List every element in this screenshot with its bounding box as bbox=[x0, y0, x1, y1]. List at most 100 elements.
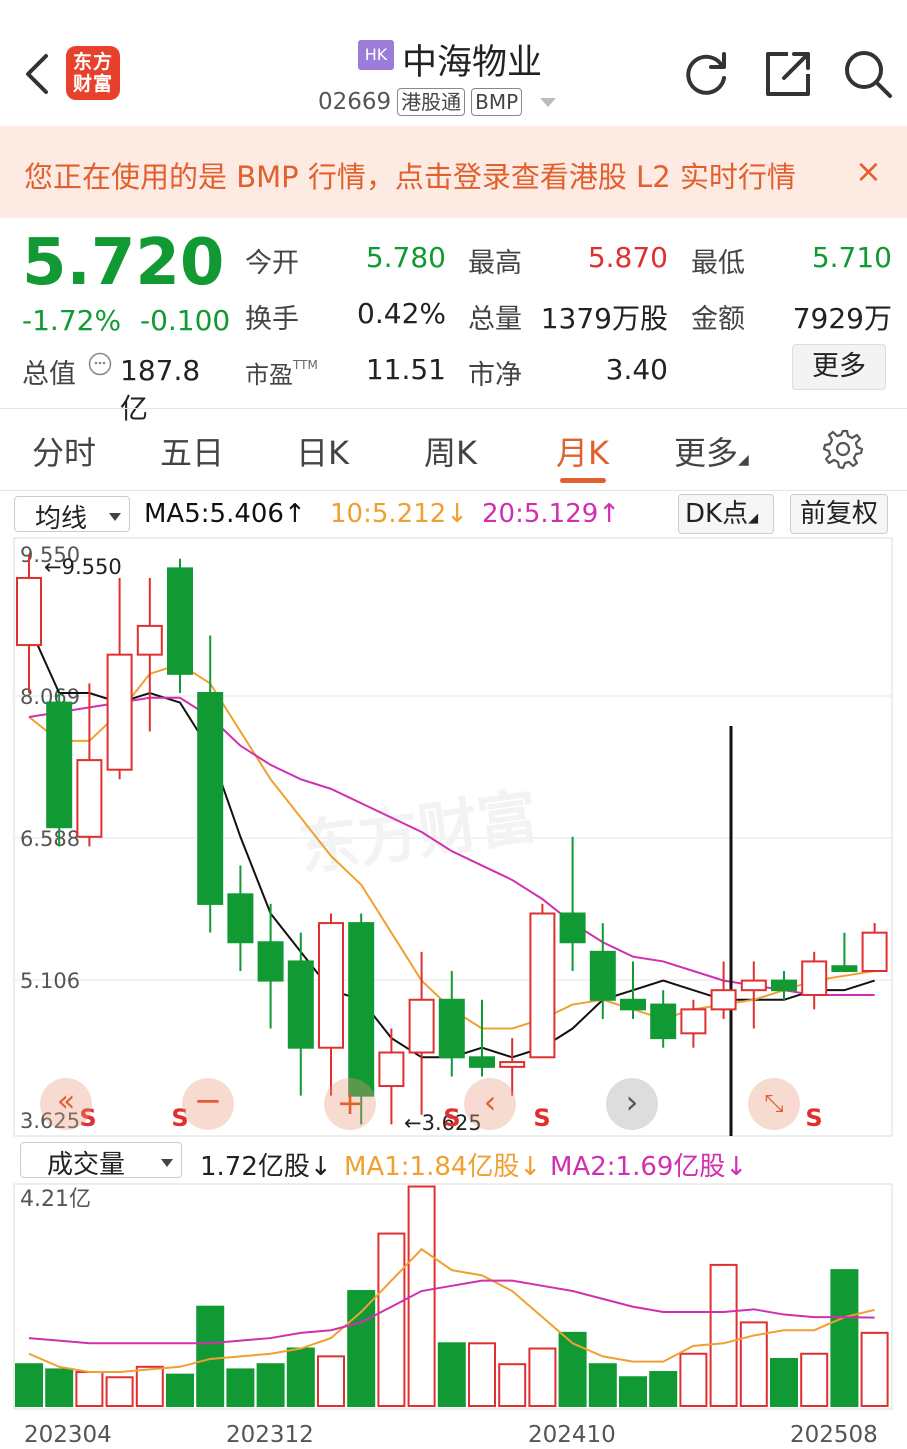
change-amount: -0.100 bbox=[139, 304, 231, 337]
volume-ma1: MA1:1.84亿股↓ bbox=[344, 1152, 542, 1182]
candle-body bbox=[136, 624, 163, 656]
market-cap-label: 总值 bbox=[22, 359, 76, 390]
pe-label: 市盈TTM bbox=[245, 358, 318, 389]
scroll-left-icon[interactable]: ‹ bbox=[464, 1078, 516, 1130]
candle bbox=[529, 903, 556, 1059]
candle-body bbox=[529, 912, 556, 1059]
volume-bar bbox=[286, 1347, 315, 1408]
x-tick-label: 202312 bbox=[226, 1422, 314, 1448]
tag-bmp: BMP bbox=[471, 88, 523, 116]
sell-signal: S bbox=[805, 1104, 822, 1132]
volume-selector[interactable]: 成交量 bbox=[20, 1142, 182, 1180]
volume-bar bbox=[770, 1357, 798, 1407]
tab-weekly-k[interactable]: 周K bbox=[424, 428, 477, 474]
amount-value: 7929万 bbox=[792, 302, 892, 335]
candle-body bbox=[620, 998, 646, 1011]
settings-gear-icon[interactable] bbox=[822, 428, 864, 470]
low-value: 5.710 bbox=[811, 241, 892, 274]
candle-body bbox=[740, 979, 767, 992]
volume-bar bbox=[196, 1305, 225, 1407]
candle-body bbox=[287, 960, 314, 1049]
volume-bar bbox=[800, 1352, 829, 1407]
sell-signal: S bbox=[533, 1104, 550, 1132]
candle-body bbox=[771, 979, 797, 992]
high-label: 最高 bbox=[468, 248, 522, 279]
candle-body bbox=[257, 941, 284, 982]
volume-bar bbox=[528, 1347, 557, 1408]
tab-daily-k[interactable]: 日K bbox=[296, 428, 349, 474]
adjust-button[interactable]: 前复权 bbox=[790, 494, 888, 534]
candle-body bbox=[438, 998, 465, 1059]
candle-body bbox=[46, 701, 73, 829]
volume-bar bbox=[135, 1365, 164, 1407]
dk-point-button[interactable]: DK点◢ bbox=[678, 494, 774, 534]
back-arrow-icon[interactable] bbox=[22, 52, 52, 96]
x-tick-label: 202410 bbox=[528, 1422, 616, 1448]
low-label: 最低 bbox=[691, 248, 745, 279]
share-icon[interactable] bbox=[762, 48, 814, 100]
candle-body bbox=[710, 989, 737, 1011]
pe-value: 11.51 bbox=[365, 353, 446, 386]
divider bbox=[0, 408, 907, 409]
candle-body bbox=[197, 692, 224, 905]
volume-ma2: MA2:1.69亿股↓ bbox=[550, 1152, 748, 1182]
refresh-icon[interactable] bbox=[680, 48, 732, 100]
fullscreen-icon[interactable]: ⤡ bbox=[748, 1078, 800, 1130]
volume-bar bbox=[75, 1371, 104, 1407]
info-face-icon[interactable] bbox=[88, 352, 112, 376]
last-price: 5.720 bbox=[22, 226, 225, 300]
login-banner[interactable]: 您正在使用的是 BMP 行情，点击登录查看港股 L2 实时行情 × bbox=[0, 126, 907, 218]
volume-label: 总量 bbox=[468, 304, 522, 335]
volume-bar bbox=[166, 1373, 194, 1408]
scroll-right-icon[interactable]: › bbox=[606, 1078, 658, 1130]
ma-selector[interactable]: 均线 bbox=[14, 496, 130, 534]
close-icon[interactable]: × bbox=[855, 152, 882, 190]
volume-bar bbox=[830, 1269, 859, 1408]
banner-text: 您正在使用的是 BMP 行情，点击登录查看港股 L2 实时行情 bbox=[24, 160, 796, 194]
turnover-label: 换手 bbox=[245, 304, 299, 335]
volume-bar bbox=[226, 1368, 255, 1407]
volume-bar bbox=[437, 1342, 466, 1407]
change-percent: -1.72% bbox=[22, 304, 122, 337]
tab-monthly-k[interactable]: 月K bbox=[556, 428, 609, 474]
stock-code: 02669 bbox=[318, 89, 392, 115]
volume-value: 1379万股 bbox=[540, 302, 668, 335]
app-logo: 东方财富 bbox=[66, 46, 120, 100]
tab-intraday[interactable]: 分时 bbox=[32, 428, 96, 474]
candle-body bbox=[831, 965, 858, 973]
ma10-value: 10:5.212↓ bbox=[330, 499, 469, 529]
candle bbox=[167, 558, 193, 694]
tab-five-day[interactable]: 五日 bbox=[160, 428, 224, 474]
price-change: -1.72% -0.100 bbox=[22, 304, 230, 337]
candle-body bbox=[106, 653, 133, 771]
open-value: 5.780 bbox=[365, 241, 446, 274]
search-icon[interactable] bbox=[842, 48, 894, 100]
volume-bar bbox=[256, 1363, 285, 1408]
divider bbox=[0, 490, 907, 491]
zoom-out-icon[interactable]: − bbox=[182, 1078, 234, 1130]
more-button[interactable]: 更多 bbox=[792, 344, 886, 390]
ma20-value: 20:5.129↑ bbox=[482, 499, 621, 529]
candle-body bbox=[167, 567, 193, 675]
zoom-in-icon[interactable]: + bbox=[324, 1078, 376, 1130]
stock-code-row[interactable]: 02669 港股通 BMP bbox=[318, 88, 557, 116]
x-tick-label: 202508 bbox=[790, 1422, 878, 1448]
volume-bar bbox=[588, 1363, 617, 1408]
header-bar: 东方财富 HK 中海物业 02669 港股通 BMP bbox=[0, 0, 907, 126]
candle-body bbox=[589, 950, 616, 1001]
candle-body bbox=[16, 576, 42, 647]
open-label: 今开 bbox=[245, 248, 299, 279]
volume-bar bbox=[347, 1290, 376, 1407]
candle-body bbox=[861, 931, 888, 973]
volume-chart[interactable]: 4.21亿 202304 202312 202410 202508 bbox=[0, 1182, 907, 1449]
high-value: 5.870 bbox=[587, 241, 668, 274]
chevron-down-icon[interactable] bbox=[540, 97, 557, 107]
volume-bar bbox=[498, 1363, 527, 1408]
volume-bar bbox=[709, 1263, 738, 1407]
candle bbox=[46, 693, 73, 847]
sell-signal: S bbox=[443, 1104, 460, 1132]
tab-more[interactable]: 更多◢ bbox=[674, 428, 749, 474]
max-annotation: ←9.550 bbox=[44, 555, 122, 579]
scroll-left-fast-icon[interactable]: « bbox=[40, 1078, 92, 1130]
candlestick-chart[interactable]: 9.5508.0696.5885.1063.625 东方财富 ←9.550←3.… bbox=[0, 536, 907, 1138]
